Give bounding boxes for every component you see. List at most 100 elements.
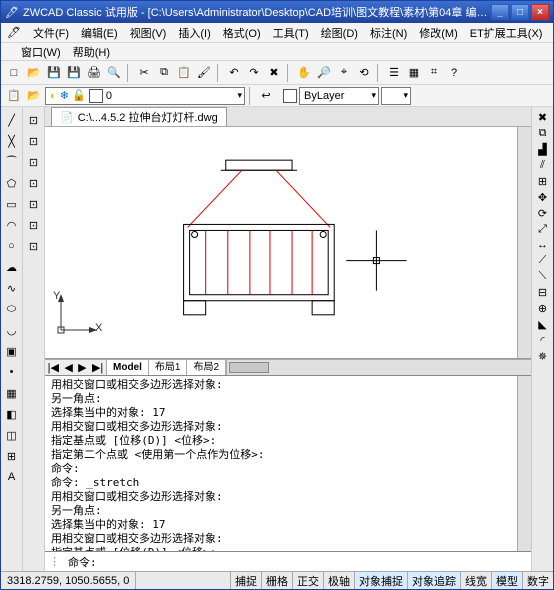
saveall-icon[interactable]: 💾 <box>65 64 83 82</box>
text-icon[interactable]: A <box>3 468 21 486</box>
chamfer-icon[interactable]: ◣ <box>538 318 546 331</box>
new-icon[interactable]: □ <box>5 64 23 82</box>
gradient-icon[interactable]: ◧ <box>3 405 21 423</box>
command-v-scrollbar[interactable] <box>517 376 531 551</box>
trim-icon[interactable]: ⟋ <box>539 254 547 267</box>
preview-icon[interactable]: 🔍 <box>105 64 123 82</box>
open-icon[interactable]: 📂 <box>25 64 43 82</box>
command-log[interactable]: 用相交窗口或相交多边形选择对象: 另一角点: 选择集当中的对象: 17 用相交窗… <box>45 376 517 551</box>
menu-insert[interactable]: 插入(I) <box>172 23 216 43</box>
sheet-tab-layout1[interactable]: 布局1 <box>149 360 188 375</box>
command-input[interactable] <box>101 555 531 568</box>
current-color-swatch[interactable] <box>283 89 297 103</box>
ellipsearc-icon[interactable]: ◡ <box>3 321 21 339</box>
sheet-next-button[interactable]: ▶ <box>78 361 86 374</box>
status-mode-正交[interactable]: 正交 <box>292 572 323 589</box>
erase-icon[interactable]: ✖ <box>265 64 283 82</box>
mirror-icon[interactable]: ▟ <box>538 143 546 156</box>
match-icon[interactable]: 🖌 <box>195 64 213 82</box>
pline-icon[interactable]: ⁀ <box>3 153 21 171</box>
spline-icon[interactable]: ∿ <box>3 279 21 297</box>
maximize-button[interactable]: □ <box>511 4 529 20</box>
qcalc-icon[interactable]: ⊡ <box>25 237 43 255</box>
join-icon[interactable]: ⊕ <box>538 302 547 315</box>
menu-modify[interactable]: 修改(M) <box>413 23 464 43</box>
help-icon[interactable]: ? <box>445 64 463 82</box>
move-icon[interactable]: ✥ <box>538 191 547 204</box>
copy2-icon[interactable]: ⧉ <box>539 127 547 140</box>
status-mode-对象追踪[interactable]: 对象追踪 <box>407 572 460 589</box>
document-tab[interactable]: 📄 C:\...4.5.2 拉伸台灯灯杆.dwg <box>51 107 227 126</box>
rect-icon[interactable]: ▭ <box>3 195 21 213</box>
paste-icon[interactable]: 📋 <box>175 64 193 82</box>
zoom-icon[interactable]: 🔎 <box>315 64 333 82</box>
line-icon[interactable]: ╱ <box>3 111 21 129</box>
title-bar[interactable]: 🖊 ZWCAD Classic 试用版 - [C:\Users\Administ… <box>1 1 553 23</box>
props-icon[interactable]: ☰ <box>385 64 403 82</box>
table-icon[interactable]: ⊞ <box>3 447 21 465</box>
sheet-first-button[interactable]: |◀ <box>48 361 59 374</box>
block-icon[interactable]: ▣ <box>3 342 21 360</box>
pan-icon[interactable]: ✋ <box>295 64 313 82</box>
hatch-icon[interactable]: ▦ <box>3 384 21 402</box>
sheet-tab-model[interactable]: Model <box>107 360 149 375</box>
xline-icon[interactable]: ╳ <box>3 132 21 150</box>
menu-help[interactable]: 帮助(H) <box>73 44 110 60</box>
canvas-v-scrollbar[interactable] <box>517 127 531 358</box>
ellipse-icon[interactable]: ⬭ <box>3 300 21 318</box>
designcenter-icon[interactable]: ▦ <box>405 64 423 82</box>
menu-dim[interactable]: 标注(N) <box>364 23 413 43</box>
canvas-h-scrollbar[interactable] <box>227 360 531 375</box>
app-menu-icon[interactable]: 🖊 <box>7 26 21 39</box>
massprop-icon[interactable]: ⊡ <box>25 153 43 171</box>
zoomprev-icon[interactable]: ⟲ <box>355 64 373 82</box>
rotate-icon[interactable]: ⟳ <box>538 207 547 220</box>
status-mode-捕捉[interactable]: 捕捉 <box>230 572 261 589</box>
explode-icon[interactable]: ✵ <box>538 350 547 363</box>
menu-tools[interactable]: 工具(T) <box>267 23 315 43</box>
linetype-selector[interactable] <box>381 87 411 105</box>
id-icon[interactable]: ⊡ <box>25 195 43 213</box>
erase2-icon[interactable]: ✖ <box>538 111 547 124</box>
drawing-canvas[interactable]: Y X <box>45 127 517 358</box>
copy-icon[interactable]: ⧉ <box>155 64 173 82</box>
polygon-icon[interactable]: ⬠ <box>3 174 21 192</box>
menu-format[interactable]: 格式(O) <box>217 23 267 43</box>
status-mode-栅格[interactable]: 栅格 <box>261 572 292 589</box>
menu-et[interactable]: ET扩展工具(X) <box>464 23 549 43</box>
plot-icon[interactable]: 🖨 <box>85 64 103 82</box>
save-icon[interactable]: 💾 <box>45 64 63 82</box>
close-button[interactable]: × <box>531 4 549 20</box>
menu-edit[interactable]: 编辑(E) <box>75 23 124 43</box>
region-icon[interactable]: ◫ <box>3 426 21 444</box>
zoomwin-icon[interactable]: ⌖ <box>335 64 353 82</box>
cut-icon[interactable]: ✂ <box>135 64 153 82</box>
scale-icon[interactable]: ⤢ <box>538 223 547 236</box>
point-icon[interactable]: • <box>3 363 21 381</box>
fillet-icon[interactable]: ◜ <box>540 334 544 347</box>
circle-icon[interactable]: ○ <box>3 237 21 255</box>
menu-window[interactable]: 窗口(W) <box>21 44 61 60</box>
layer-states-button[interactable]: 📂 <box>25 87 43 105</box>
redo-icon[interactable]: ↷ <box>245 64 263 82</box>
area-icon[interactable]: ⊡ <box>25 132 43 150</box>
calc-icon[interactable]: ⌗ <box>425 64 443 82</box>
undo-icon[interactable]: ↶ <box>225 64 243 82</box>
revcloud-icon[interactable]: ☁ <box>3 258 21 276</box>
status-coords[interactable]: 3318.2759, 1050.5655, 0 <box>1 572 136 589</box>
sheet-prev-button[interactable]: ◀ <box>64 361 72 374</box>
minimize-button[interactable]: _ <box>491 4 509 20</box>
dist-icon[interactable]: ⊡ <box>25 111 43 129</box>
offset-icon[interactable]: ⫽ <box>540 159 545 172</box>
status-mode-对象捕捉[interactable]: 对象捕捉 <box>354 572 407 589</box>
status-mode-极轴[interactable]: 极轴 <box>323 572 354 589</box>
layer-selector[interactable]: ◐ ❄ 🔓 0 <box>45 87 245 105</box>
array-icon[interactable]: ⊞ <box>538 175 547 188</box>
arc-icon[interactable]: ◠ <box>3 216 21 234</box>
status-mode-模型[interactable]: 模型 <box>491 572 522 589</box>
break-icon[interactable]: ⊟ <box>538 286 547 299</box>
extend-icon[interactable]: ⟍ <box>539 270 547 283</box>
status-mode-数字[interactable]: 数字 <box>522 572 553 589</box>
menu-view[interactable]: 视图(V) <box>124 23 173 43</box>
menu-file[interactable]: 文件(F) <box>27 23 75 43</box>
